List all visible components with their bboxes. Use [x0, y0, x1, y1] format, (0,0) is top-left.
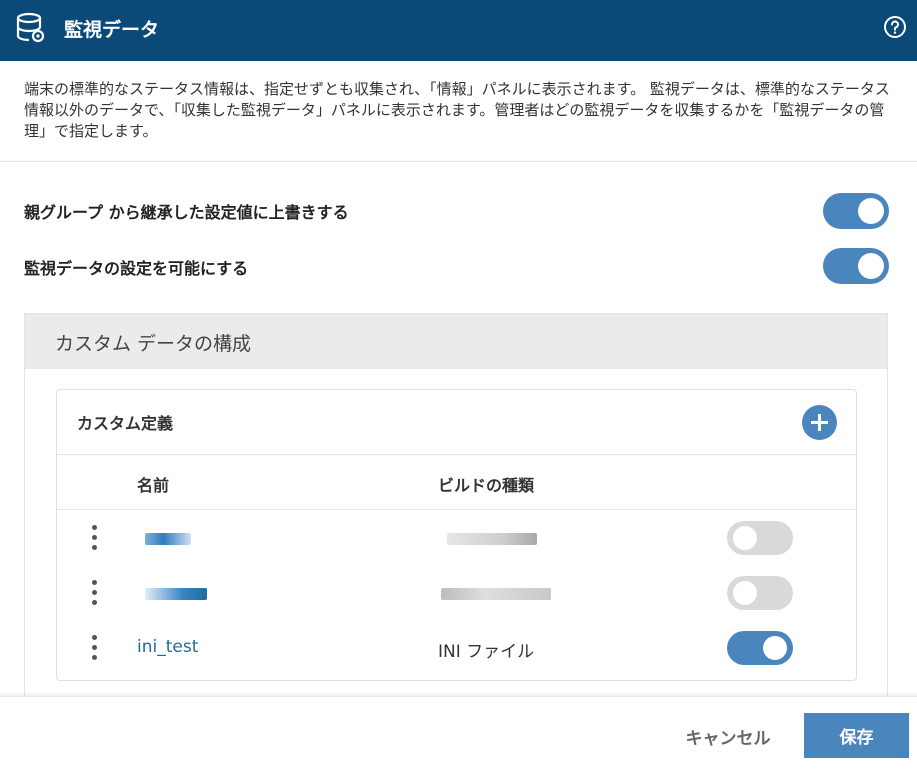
more-options-icon[interactable]: [91, 525, 97, 551]
save-button[interactable]: 保存: [804, 713, 909, 758]
row-enable-toggle[interactable]: [727, 576, 793, 610]
custom-definition-card: カスタム定義 名前 ビルドの種類 ini_test INI ファイル: [56, 389, 857, 681]
toggle-knob: [733, 581, 757, 605]
table-row: [57, 511, 856, 566]
dialog-title: 監視データ: [64, 19, 160, 41]
column-header-name: 名前: [137, 476, 170, 495]
custom-data-panel: カスタム データの構成 カスタム定義 名前 ビルドの種類 ini_test IN…: [24, 313, 888, 714]
panel-header: カスタム データの構成: [25, 314, 887, 369]
add-definition-button[interactable]: [802, 405, 837, 440]
redacted-type: [441, 588, 551, 600]
table-row: ini_test INI ファイル: [57, 621, 856, 676]
row-enable-toggle[interactable]: [727, 631, 793, 665]
redacted-name[interactable]: [145, 533, 191, 545]
definition-name-link[interactable]: ini_test: [137, 637, 198, 657]
override-inherited-label: 親グループ から継承した設定値に上書きする: [24, 203, 349, 222]
table-row: [57, 566, 856, 621]
column-header-type: ビルドの種類: [438, 476, 535, 495]
divider: [0, 161, 917, 162]
redacted-name[interactable]: [145, 588, 207, 600]
toggle-knob: [858, 198, 884, 224]
toggle-knob: [763, 636, 787, 660]
divider: [57, 454, 856, 455]
help-circle-icon[interactable]: [883, 15, 907, 39]
toggle-knob: [858, 253, 884, 279]
enable-monitoring-label: 監視データの設定を可能にする: [24, 259, 249, 278]
override-inherited-toggle[interactable]: [823, 193, 889, 229]
toggle-knob: [733, 526, 757, 550]
more-options-icon[interactable]: [91, 635, 97, 661]
divider: [57, 509, 856, 510]
cancel-button[interactable]: キャンセル: [672, 714, 784, 758]
redacted-type: [447, 533, 537, 545]
card-title: カスタム定義: [77, 414, 174, 433]
row-enable-toggle[interactable]: [727, 521, 793, 555]
more-options-icon[interactable]: [91, 580, 97, 606]
enable-monitoring-toggle[interactable]: [823, 248, 889, 284]
panel-title: カスタム データの構成: [55, 333, 252, 355]
description-text: 端末の標準的なステータス情報は、指定せずとも収集され、「情報」パネルに表示されま…: [24, 80, 890, 140]
dialog-header: 監視データ: [0, 0, 917, 61]
dialog-footer: キャンセル 保存: [0, 697, 917, 770]
database-gear-icon: [16, 12, 45, 43]
build-type: INI ファイル: [438, 642, 535, 662]
panel-body: カスタム定義 名前 ビルドの種類 ini_test INI ファイル: [25, 369, 887, 714]
